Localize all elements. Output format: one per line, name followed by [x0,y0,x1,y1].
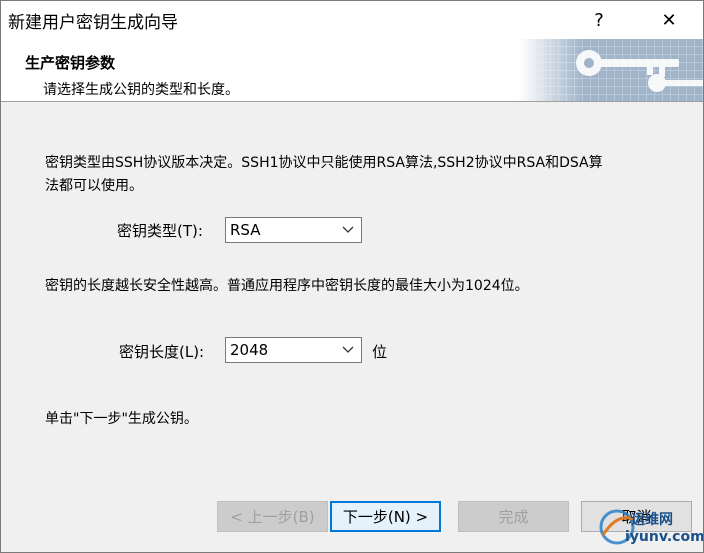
key-length-unit: 位 [372,343,388,361]
window-title: 新建用户密钥生成向导 [8,13,178,33]
close-button[interactable]: ✕ [646,1,692,39]
watermark-logo: 运维网 iyunv.com [595,499,703,551]
next-button[interactable]: 下一步(N) > [330,501,441,532]
key-type-dropdown[interactable]: RSA [225,217,362,243]
chevron-down-icon [342,346,354,353]
help-button[interactable]: ? [576,1,622,39]
key-length-combobox[interactable]: 2048 [225,337,362,363]
finish-button[interactable]: 完成 [458,501,569,532]
back-button[interactable]: < 上一步(B) [217,501,328,532]
key-type-label: 密钥类型(T): [117,222,203,240]
page-title: 生产密钥参数 [25,54,116,72]
keys-banner-icon [519,39,703,101]
wizard-window: 新建用户密钥生成向导 ? ✕ 生产密钥参数 请选择生成公钥的类型和长度。 密钥类… [0,0,704,553]
page-subtitle: 请选择生成公钥的类型和长度。 [43,82,239,98]
watermark-text-cn: 运维网 [631,512,673,528]
title-bar: 新建用户密钥生成向导 ? ✕ [1,1,703,39]
wizard-header: 生产密钥参数 请选择生成公钥的类型和长度。 [1,39,703,102]
key-length-value: 2048 [230,341,269,359]
instruction-text: 单击"下一步"生成公钥。 [45,411,198,427]
key-length-label: 密钥长度(L): [119,343,205,361]
key-length-description: 密钥的长度越长安全性越高。普通应用程序中密钥长度的最佳大小为1024位。 [45,278,529,294]
watermark-text-url: iyunv.com [625,529,704,545]
key-type-value: RSA [230,221,261,239]
key-type-description-line-2: 法都可以使用。 [45,178,143,194]
key-type-description-line-1: 密钥类型由SSH协议版本决定。SSH1协议中只能使用RSA算法,SSH2协议中R… [45,155,603,171]
chevron-down-icon [342,226,354,233]
